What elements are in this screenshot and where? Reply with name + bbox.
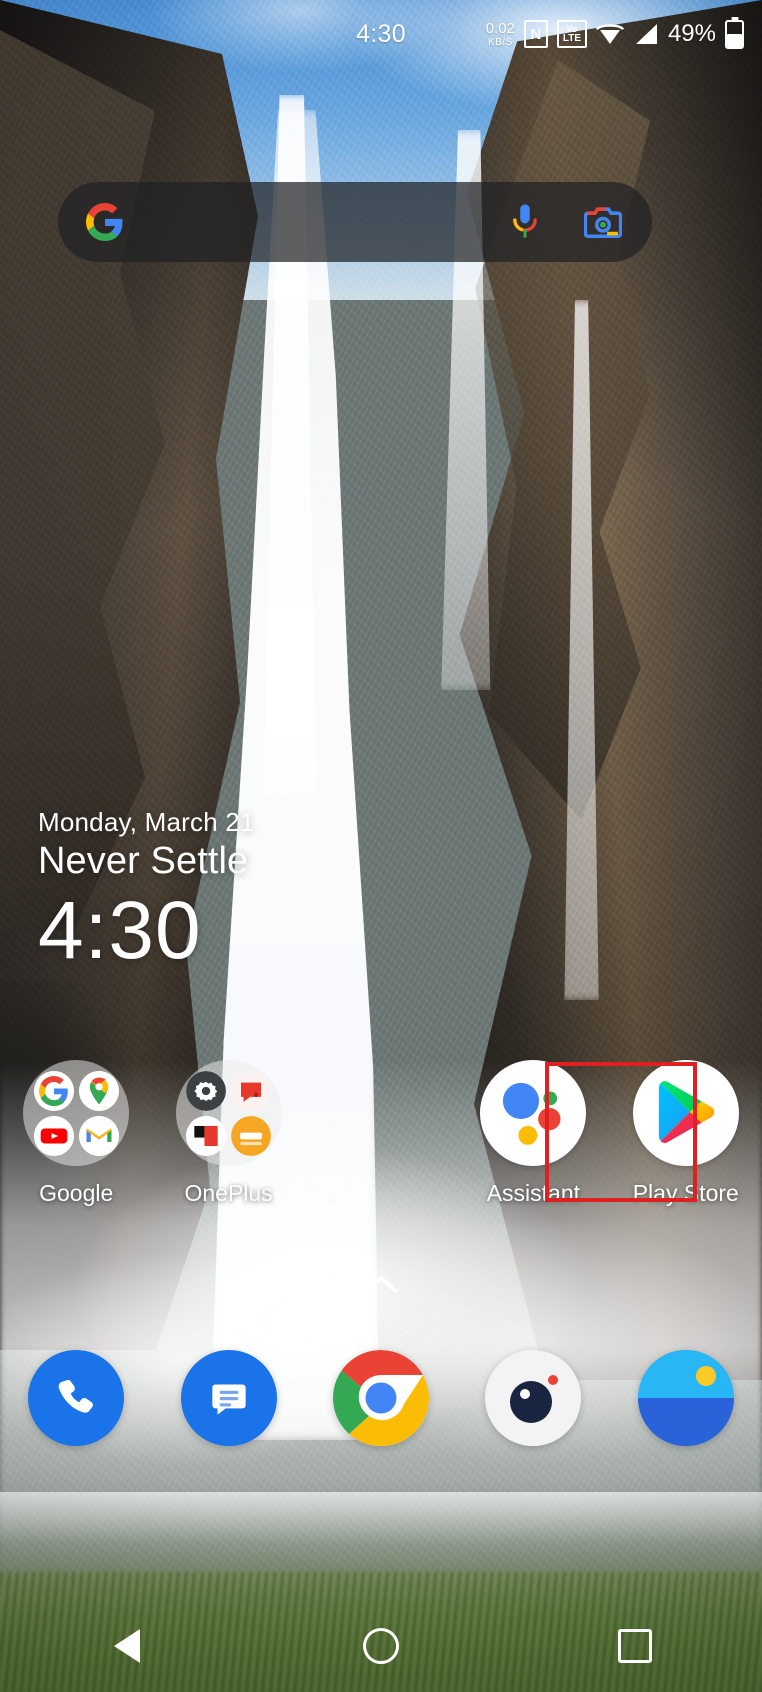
google-g-icon	[33, 1070, 74, 1111]
youtube-icon	[33, 1115, 74, 1156]
nfc-icon: N	[523, 20, 548, 48]
gallery-photo-glyph	[637, 1350, 734, 1446]
dock-item-chrome[interactable]	[305, 1350, 457, 1446]
widget-slogan: Never Settle	[38, 839, 249, 882]
app-label-oneplus: OnePlus	[184, 1180, 273, 1206]
recents-square-icon[interactable]	[618, 1629, 652, 1663]
android-home-screen: 4:30 0.02 KB/S N Vo LTE 49% Monday, Marc…	[0, 0, 762, 1692]
network-speed-unit: KB/S	[487, 36, 513, 48]
nfc-icon-label: N	[530, 25, 542, 43]
app-row: Google OnePlus Assistant Play Store	[0, 1060, 762, 1240]
battery-level-fill	[727, 34, 742, 47]
gmail-icon	[78, 1115, 119, 1156]
phone-icon[interactable]	[28, 1350, 125, 1446]
camera-lens-glyph	[485, 1350, 582, 1446]
dock-item-gallery[interactable]	[610, 1350, 762, 1446]
community-message-icon	[231, 1070, 272, 1111]
google-assistant-icon[interactable]	[480, 1060, 587, 1166]
chrome-icon[interactable]	[332, 1350, 429, 1446]
gallery-icon[interactable]	[637, 1350, 734, 1446]
widget-time: 4:30	[38, 885, 202, 977]
nav-recents-button[interactable]	[508, 1629, 762, 1663]
nav-home-button[interactable]	[254, 1628, 508, 1664]
dock	[0, 1338, 762, 1458]
dock-item-phone[interactable]	[0, 1350, 152, 1446]
google-maps-icon	[78, 1070, 119, 1111]
chevron-up-icon[interactable]	[362, 1272, 400, 1296]
battery-icon	[725, 19, 744, 49]
microphone-icon[interactable]	[508, 203, 542, 241]
phone-handset-glyph	[58, 1379, 94, 1413]
google-lens-camera-icon[interactable]	[584, 205, 622, 239]
navigation-bar	[0, 1600, 762, 1692]
clock-widget[interactable]: Monday, March 21 Never Settle 4:30	[38, 808, 255, 974]
app-icon-assistant[interactable]: Assistant	[457, 1060, 609, 1240]
app-icon-oneplus-folder[interactable]: OnePlus	[152, 1060, 304, 1240]
oneplus-switch-icon	[186, 1115, 227, 1156]
cellular-signal-icon	[635, 24, 657, 44]
google-g-icon[interactable]	[86, 203, 124, 241]
widget-date: Monday, March 21	[38, 807, 255, 837]
app-label-assistant: Assistant	[486, 1180, 581, 1206]
message-bubble-glyph	[211, 1384, 246, 1415]
app-label-google: Google	[39, 1180, 114, 1206]
google-play-store-icon[interactable]	[632, 1060, 739, 1166]
home-circle-icon[interactable]	[363, 1628, 399, 1664]
chrome-glyph	[332, 1350, 429, 1446]
assistant-dots	[503, 1082, 561, 1145]
oneplus-folder-icon[interactable]	[175, 1060, 282, 1166]
settings-gear-icon	[186, 1070, 227, 1111]
network-speed-value: 0.02	[485, 19, 515, 37]
volte-icon: Vo LTE	[556, 20, 587, 48]
nav-back-button[interactable]	[0, 1629, 254, 1663]
google-folder-icon[interactable]	[23, 1060, 130, 1166]
status-bar[interactable]: 4:30 0.02 KB/S N Vo LTE 49%	[0, 0, 762, 68]
app-icon-play-store[interactable]: Play Store	[610, 1060, 762, 1240]
back-triangle-icon[interactable]	[114, 1629, 140, 1663]
wifi-icon	[596, 24, 624, 44]
oneplus-store-icon	[231, 1115, 272, 1156]
battery-percent-label: 49%	[667, 20, 716, 47]
dock-item-camera[interactable]	[457, 1350, 609, 1446]
camera-icon[interactable]	[485, 1350, 582, 1446]
google-search-bar[interactable]	[58, 182, 652, 262]
messages-icon[interactable]	[180, 1350, 277, 1446]
network-speed-indicator: 0.02 KB/S	[486, 21, 515, 48]
play-store-triangle	[658, 1081, 714, 1143]
app-label-play-store: Play Store	[632, 1180, 739, 1206]
dock-item-messages[interactable]	[152, 1350, 304, 1446]
volte-icon-bottom: LTE	[562, 32, 582, 44]
app-icon-google-folder[interactable]: Google	[0, 1060, 152, 1240]
status-bar-icons: 0.02 KB/S N Vo LTE 49%	[486, 19, 744, 49]
